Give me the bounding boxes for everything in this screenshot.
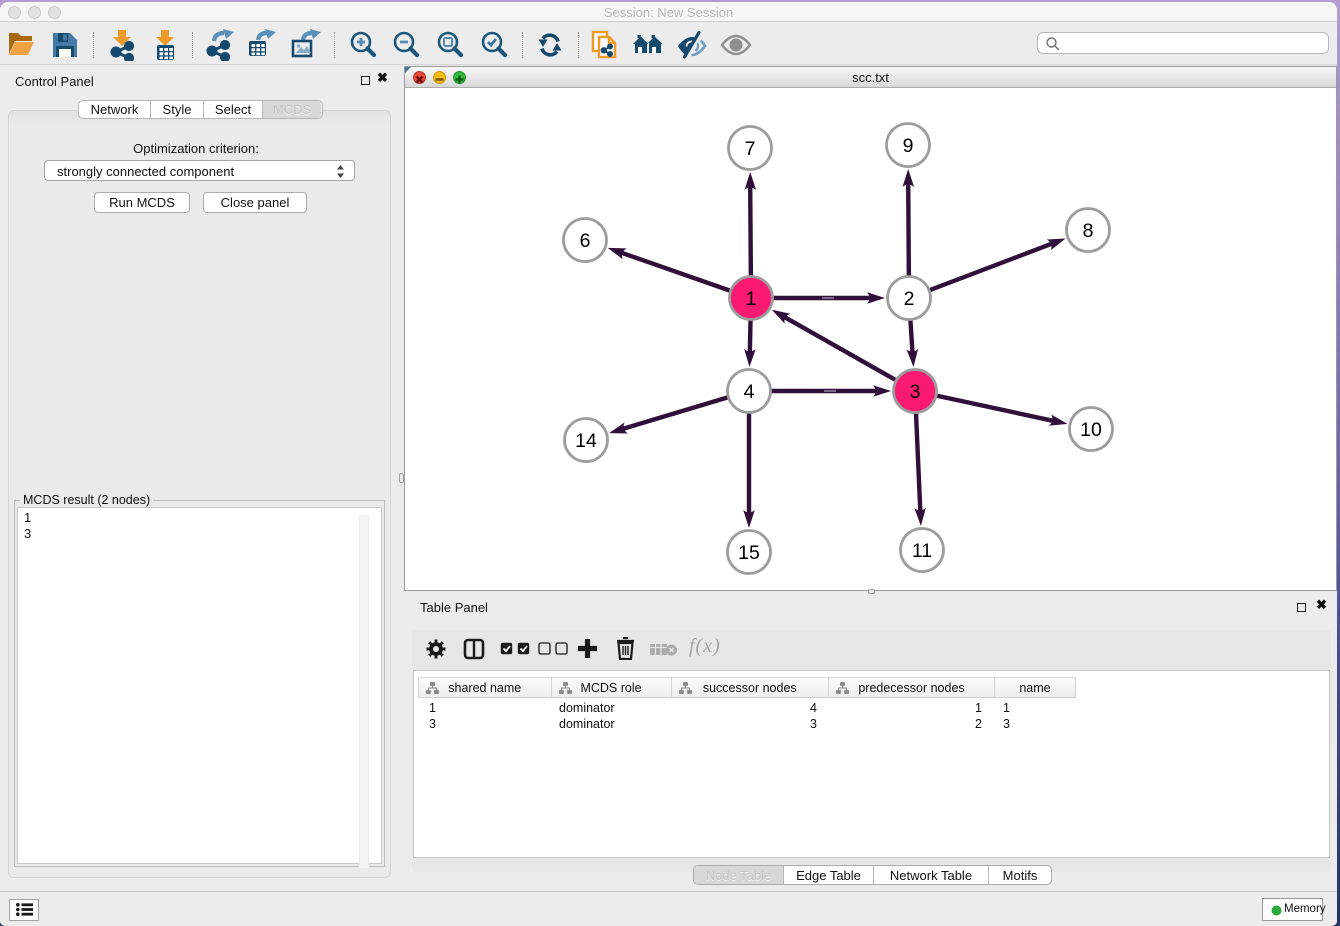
svg-text:14: 14 [575, 430, 597, 452]
svg-text:15: 15 [738, 542, 760, 564]
svg-text:9: 9 [903, 135, 914, 157]
svg-text:3: 3 [910, 381, 921, 403]
svg-text:6: 6 [580, 230, 591, 252]
svg-text:7: 7 [745, 138, 756, 160]
svg-text:11: 11 [912, 540, 932, 562]
svg-text:2: 2 [904, 288, 915, 310]
svg-text:4: 4 [744, 381, 755, 403]
svg-text:1: 1 [746, 288, 757, 310]
svg-text:10: 10 [1080, 419, 1102, 441]
svg-text:8: 8 [1083, 220, 1094, 242]
